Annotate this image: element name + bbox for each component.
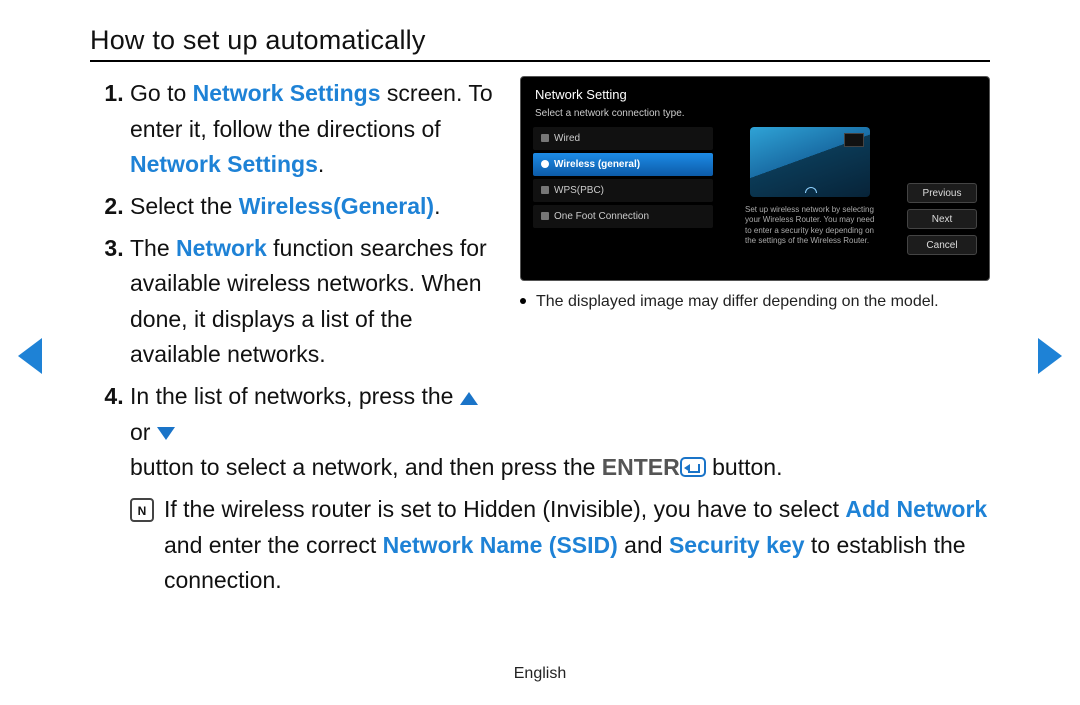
step-2: Select the Wireless(General). xyxy=(130,189,502,225)
tv-item-wired[interactable]: Wired xyxy=(533,127,713,150)
label: One Foot Connection xyxy=(554,211,649,222)
text: The xyxy=(130,235,176,261)
figure-caption: The displayed image may differ depending… xyxy=(520,291,990,313)
wifi-signal-icon xyxy=(801,181,819,193)
up-arrow-icon xyxy=(460,392,478,405)
content-row: Go to Network Settings screen. To enter … xyxy=(90,76,990,599)
link-network-settings-2: Network Settings xyxy=(130,151,318,177)
label: Wired xyxy=(554,133,580,144)
tv-description: Set up wireless network by selecting you… xyxy=(745,205,875,247)
ethernet-icon xyxy=(541,134,549,142)
page-title: How to set up automatically xyxy=(90,25,990,62)
label: Wireless (general) xyxy=(554,159,640,170)
next-button[interactable]: Next xyxy=(907,209,977,229)
text: . xyxy=(318,151,324,177)
prev-page-arrow-icon[interactable] xyxy=(18,338,42,374)
tv-body: Wired Wireless (general) WPS(PBC) One Fo… xyxy=(521,127,989,263)
tv-title: Network Setting xyxy=(521,77,989,108)
tv-item-wireless-general[interactable]: Wireless (general) xyxy=(533,153,713,176)
wifi-icon xyxy=(541,160,549,168)
step-list: Go to Network Settings screen. To enter … xyxy=(90,76,502,486)
step-1: Go to Network Settings screen. To enter … xyxy=(130,76,502,183)
down-arrow-icon xyxy=(157,427,175,440)
cancel-button[interactable]: Cancel xyxy=(907,235,977,255)
tv-item-one-foot[interactable]: One Foot Connection xyxy=(533,205,713,228)
step-4: In the list of networks, press the or bu… xyxy=(130,379,502,486)
tv-screenshot: Network Setting Select a network connect… xyxy=(520,76,990,281)
page-footer-language: English xyxy=(0,665,1080,683)
tv-item-wps[interactable]: WPS(PBC) xyxy=(533,179,713,202)
text: or xyxy=(130,419,157,445)
text: . xyxy=(434,193,440,219)
next-page-arrow-icon[interactable] xyxy=(1038,338,1062,374)
tv-option-list: Wired Wireless (general) WPS(PBC) One Fo… xyxy=(533,127,713,255)
text: and enter the correct xyxy=(164,532,383,558)
note-icon: N xyxy=(130,498,154,522)
enter-icon xyxy=(680,457,706,477)
onefoot-icon xyxy=(541,212,549,220)
link-wireless-general: Wireless(General) xyxy=(239,193,434,219)
link-network-settings: Network Settings xyxy=(193,80,381,106)
step-3: The Network function searches for availa… xyxy=(130,231,502,374)
text: Select the xyxy=(130,193,239,219)
link-network: Network xyxy=(176,235,267,261)
tv-button-column: Previous Next Cancel xyxy=(907,127,977,255)
label: WPS(PBC) xyxy=(554,185,604,196)
tv-preview-image xyxy=(750,127,870,197)
text: In the list of networks, press the xyxy=(130,383,460,409)
wps-icon xyxy=(541,186,549,194)
text: Go to xyxy=(130,80,193,106)
previous-button[interactable]: Previous xyxy=(907,183,977,203)
manual-page: How to set up automatically Go to Networ… xyxy=(0,0,1080,705)
figure-column: Network Setting Select a network connect… xyxy=(520,76,990,599)
tv-center: Set up wireless network by selecting you… xyxy=(723,127,897,255)
instructions-column: Go to Network Settings screen. To enter … xyxy=(90,76,502,599)
tv-subtitle: Select a network connection type. xyxy=(521,108,989,127)
